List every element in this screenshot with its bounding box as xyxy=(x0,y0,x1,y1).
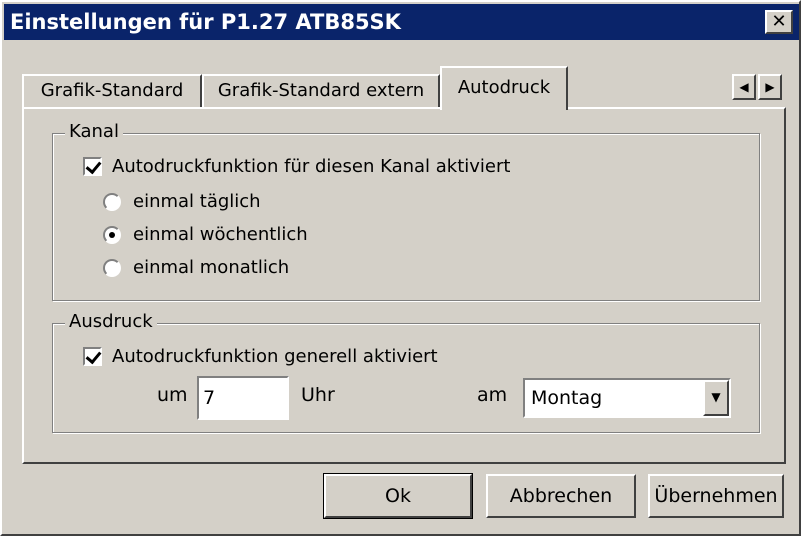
ausdruck-autodruck-checkbox[interactable]: Autodruckfunktion generell aktiviert xyxy=(83,346,438,367)
settings-dialog: Einstellungen für P1.27 ATB85SK ✕ Grafik… xyxy=(0,0,801,536)
tab-label: Autodruck xyxy=(457,77,551,98)
tab-label: Grafik-Standard xyxy=(40,80,184,101)
window-title: Einstellungen für P1.27 ATB85SK xyxy=(10,10,401,34)
radio-einmal-taeglich[interactable]: einmal täglich xyxy=(103,191,261,212)
checkbox-checked[interactable] xyxy=(83,347,102,366)
kanal-group: Kanal Autodruckfunktion für diesen Kanal… xyxy=(52,121,760,301)
tab-grafik-standard-extern[interactable]: Grafik-Standard extern xyxy=(202,74,440,108)
kanal-group-label: Kanal xyxy=(65,121,123,142)
apply-button[interactable]: Übernehmen xyxy=(648,474,784,518)
tab-scroll-right-button[interactable]: ▶ xyxy=(758,74,782,100)
radio-label: einmal täglich xyxy=(133,191,261,212)
uhr-label: Uhr xyxy=(301,384,335,406)
ausdruck-group: Ausdruck Autodruckfunktion generell akti… xyxy=(52,311,760,433)
close-button[interactable]: ✕ xyxy=(765,10,793,34)
hour-input[interactable]: 7 xyxy=(197,376,289,420)
radio-button[interactable] xyxy=(103,192,121,211)
button-label: Ok xyxy=(385,485,411,507)
radio-label: einmal monatlich xyxy=(133,257,290,278)
hour-value: 7 xyxy=(203,387,216,409)
day-select-value: Montag xyxy=(531,387,603,409)
tab-scroll-left-button[interactable]: ◀ xyxy=(732,74,756,100)
radio-button[interactable] xyxy=(103,258,121,277)
button-label: Übernehmen xyxy=(654,485,778,507)
dropdown-arrow-button[interactable]: ▼ xyxy=(703,380,729,416)
arrow-left-icon: ◀ xyxy=(739,80,749,94)
radio-einmal-monatlich[interactable]: einmal monatlich xyxy=(103,257,289,278)
tab-grafik-standard[interactable]: Grafik-Standard xyxy=(22,74,202,108)
chevron-down-icon: ▼ xyxy=(711,390,721,404)
radio-label: einmal wöchentlich xyxy=(133,224,308,245)
checkbox-label: Autodruckfunktion generell aktiviert xyxy=(112,346,438,367)
radio-einmal-woechentlich[interactable]: einmal wöchentlich xyxy=(103,224,308,245)
radio-button-selected[interactable] xyxy=(103,225,121,244)
cancel-button[interactable]: Abbrechen xyxy=(486,474,636,518)
day-select[interactable]: Montag ▼ xyxy=(523,378,731,418)
autodruck-panel: Kanal Autodruckfunktion für diesen Kanal… xyxy=(22,107,786,464)
title-bar: Einstellungen für P1.27 ATB85SK ✕ xyxy=(4,4,799,40)
tab-label: Grafik-Standard extern xyxy=(217,80,425,101)
am-label: am xyxy=(477,384,508,406)
checkbox-label: Autodruckfunktion für diesen Kanal aktiv… xyxy=(112,156,511,177)
close-icon: ✕ xyxy=(771,11,787,32)
arrow-right-icon: ▶ xyxy=(765,80,775,94)
button-label: Abbrechen xyxy=(509,485,613,507)
kanal-autodruck-checkbox[interactable]: Autodruckfunktion für diesen Kanal aktiv… xyxy=(83,156,510,177)
ausdruck-group-label: Ausdruck xyxy=(65,311,157,332)
checkbox-checked[interactable] xyxy=(83,157,102,176)
um-label: um xyxy=(157,384,188,406)
ok-button[interactable]: Ok xyxy=(323,473,473,519)
tab-autodruck[interactable]: Autodruck xyxy=(440,66,568,110)
